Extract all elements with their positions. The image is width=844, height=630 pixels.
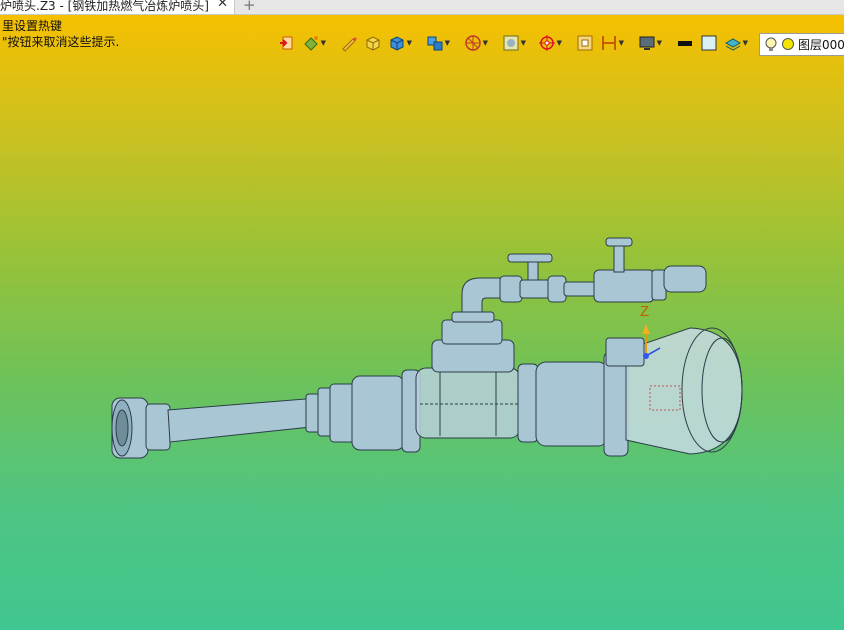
tab-bar: 炉喷头.Z3 - [钢铁加热燃气冶炼炉喷头] ✕ + <box>0 0 844 15</box>
z-axis-label: Z <box>640 303 649 320</box>
lightbulb-icon[interactable] <box>764 37 778 52</box>
pencil-icon[interactable] <box>338 32 362 54</box>
close-icon[interactable]: ✕ <box>217 0 228 11</box>
model-riser <box>431 339 515 373</box>
model-junction-box <box>605 337 645 367</box>
exit-sketch-icon[interactable] <box>276 32 300 54</box>
model-long-pipe <box>167 397 321 443</box>
model-left-cylinder <box>351 375 405 451</box>
burner-nozzle-model[interactable]: Z <box>0 15 844 630</box>
layer-name: 图层0000 <box>798 38 844 52</box>
multi-cube-icon[interactable]: ▼ <box>424 32 450 54</box>
white-square-icon[interactable] <box>698 32 722 54</box>
layer-stack-icon[interactable]: ▼ <box>722 32 748 54</box>
cube-yellow-icon[interactable] <box>362 32 386 54</box>
model-left-collar <box>145 403 171 451</box>
cube-blue-icon[interactable]: ▼ <box>386 32 412 54</box>
document-tab-title: 炉喷头.Z3 - [钢铁加热燃气冶炼炉喷头] <box>0 0 209 13</box>
model-right-fitting <box>663 265 707 293</box>
model-hex-nut <box>441 319 503 345</box>
target-icon[interactable]: ▼ <box>536 32 562 54</box>
document-tab[interactable]: 炉喷头.Z3 - [钢铁加热燃气冶炼炉喷头] ✕ <box>0 0 235 14</box>
square-icon[interactable] <box>574 32 598 54</box>
model-valve-body <box>593 269 655 303</box>
paint-bucket-icon[interactable]: ▼ <box>300 32 326 54</box>
model-valve-handle-2 <box>605 237 633 247</box>
frame-icon[interactable]: ▼ <box>500 32 526 54</box>
model-valve-handle-1 <box>507 253 553 263</box>
layer-color-icon[interactable] <box>781 37 795 52</box>
model-tee-body <box>415 367 521 439</box>
wheel-icon[interactable]: ▼ <box>462 32 488 54</box>
plus-icon[interactable]: + <box>243 0 256 13</box>
3d-viewport[interactable]: 里设置热键 "按钮来取消这些提示. Z ▼ ▼ ▼ ▼ ▼ ▼ ▼ ▼ ▼ 图层… <box>0 15 844 630</box>
model-right-cylinder <box>535 361 609 447</box>
layer-selector[interactable]: 图层0000 <box>759 33 844 56</box>
monitor-icon[interactable]: ▼ <box>636 32 662 54</box>
dimension-icon[interactable]: ▼ <box>598 32 624 54</box>
model-elbow <box>461 277 505 313</box>
black-bar-icon[interactable] <box>674 32 698 54</box>
